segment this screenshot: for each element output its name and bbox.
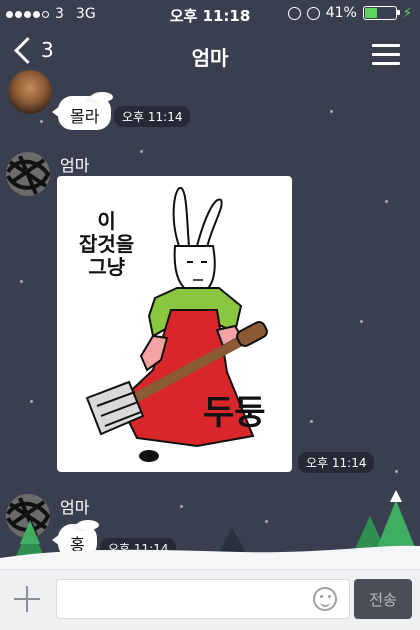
snow-decoration bbox=[91, 92, 114, 102]
menu-button[interactable] bbox=[372, 44, 400, 71]
winter-scenery bbox=[0, 490, 420, 572]
status-bar: 3 3G 오후 11:18 41% ⚡ bbox=[0, 0, 420, 28]
avatar[interactable] bbox=[6, 152, 50, 196]
status-right: 41% ⚡ bbox=[287, 5, 412, 21]
scribble-overlay bbox=[6, 155, 50, 195]
emoticon-button[interactable] bbox=[313, 587, 337, 611]
sender-name: 엄마 bbox=[60, 156, 90, 175]
alarm-icon bbox=[306, 6, 320, 20]
chat-title: 엄마 bbox=[191, 46, 229, 70]
battery-level bbox=[364, 8, 378, 18]
sticker-image[interactable]: 이 잡것을 그냥 두둥 bbox=[57, 176, 292, 472]
nav-bar: 3 엄마 bbox=[0, 28, 420, 80]
hamburger-icon bbox=[372, 44, 400, 47]
send-button[interactable]: 전송 bbox=[354, 579, 412, 619]
battery-percent: 41% bbox=[325, 5, 357, 21]
message-input-bar: 전송 bbox=[0, 569, 420, 630]
message-time: 오후 11:14 bbox=[114, 106, 191, 127]
battery-icon bbox=[362, 6, 400, 20]
sticker-caption-top: 이 잡것을 그냥 bbox=[79, 209, 135, 279]
message-input[interactable] bbox=[56, 579, 350, 619]
chat-screen: 3 3G 오후 11:18 41% ⚡ 3 엄마 몰라 오후 11:14 엄마 … bbox=[0, 0, 420, 630]
attach-button[interactable] bbox=[12, 584, 42, 614]
message-bubble[interactable]: 몰라 bbox=[51, 92, 114, 130]
sticker-caption-bottom: 두둥 bbox=[203, 393, 266, 433]
rotation-lock-icon bbox=[287, 6, 301, 20]
message-text: 몰라 bbox=[70, 107, 100, 126]
message-time: 오후 11:14 bbox=[298, 452, 375, 473]
charging-icon: ⚡ bbox=[402, 5, 412, 21]
smiley-icon bbox=[320, 595, 323, 598]
avatar[interactable] bbox=[8, 70, 52, 114]
